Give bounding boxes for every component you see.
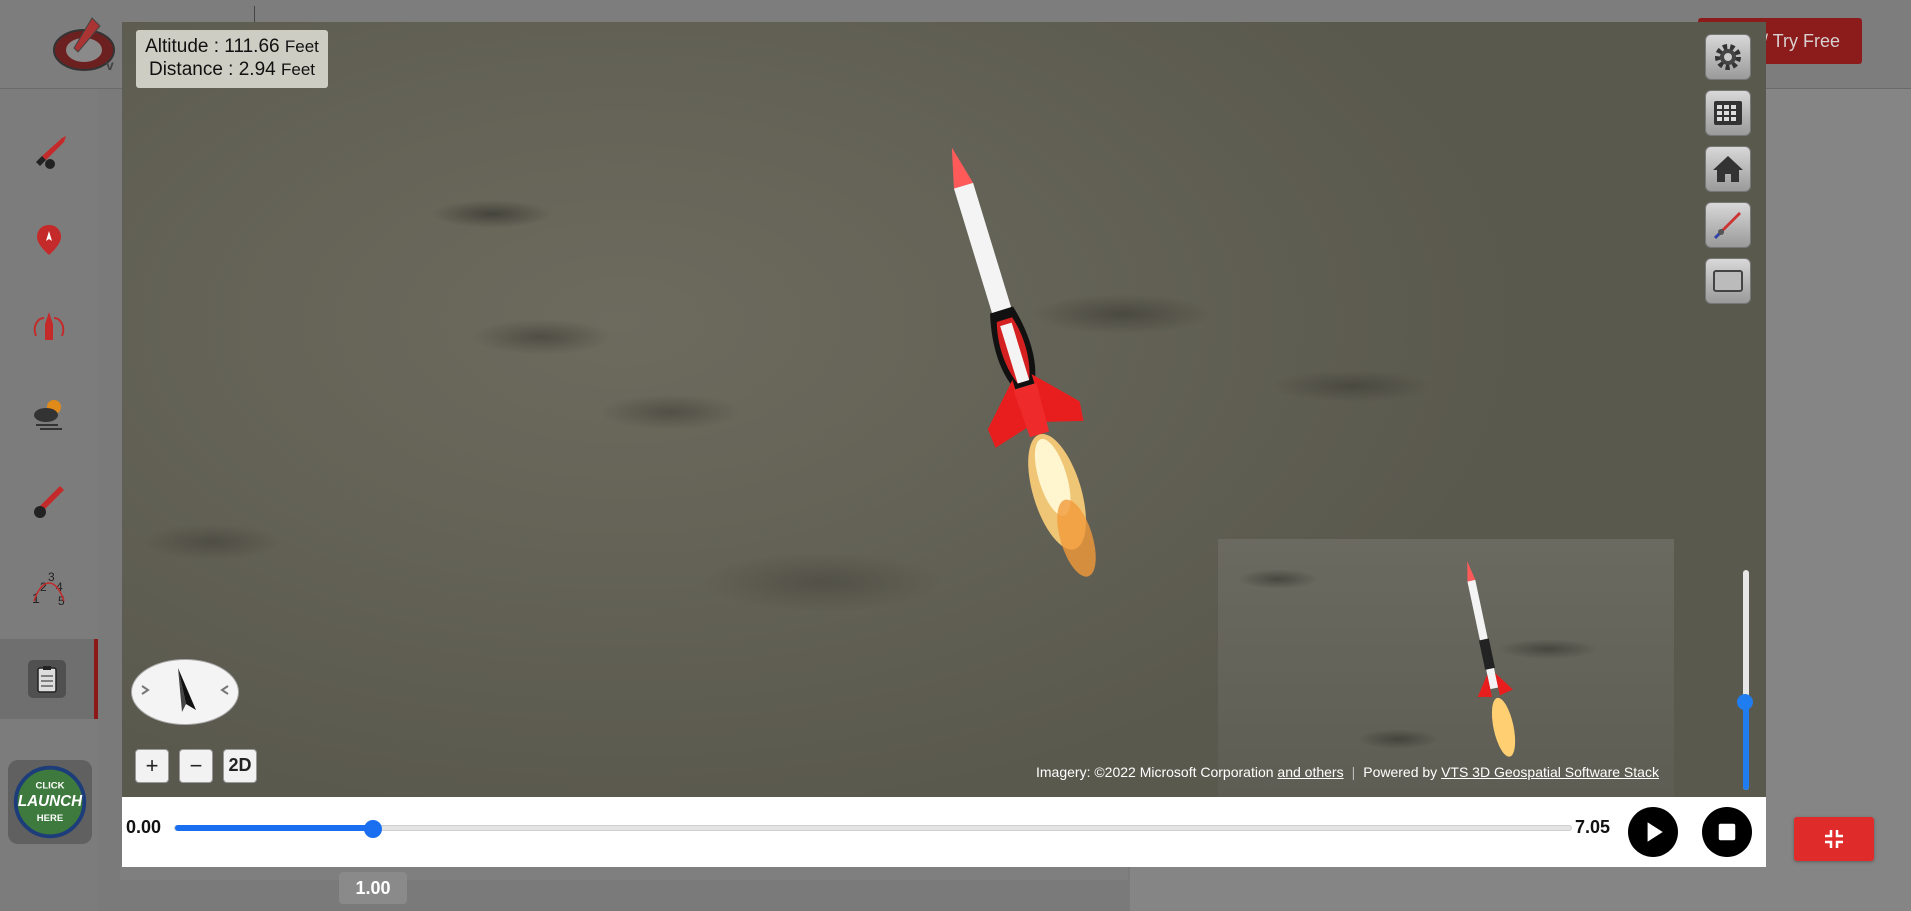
map-attribution: Imagery: ©2022 Microsoft Corporation and…	[1036, 764, 1659, 780]
distance-value: 2.94	[238, 59, 276, 80]
3d-scene[interactable]: Altitude : 111.66 Feet Distance : 2.94 F…	[122, 22, 1766, 797]
settings-button[interactable]	[1705, 34, 1751, 80]
sequence-numbers-icon: 12345	[32, 570, 65, 608]
sidebar-item-recovery[interactable]	[0, 287, 98, 367]
camera-distance-slider[interactable]	[1737, 570, 1753, 790]
camera-slider-thumb[interactable]	[1737, 694, 1753, 710]
rocket-model	[951, 147, 1096, 577]
home-view-button[interactable]	[1705, 146, 1751, 192]
svg-text:v: v	[106, 57, 114, 73]
app-logo[interactable]: v	[48, 12, 128, 74]
distance-readout: Distance : 2.94 Feet	[136, 58, 328, 81]
header-divider	[254, 6, 255, 22]
settings-gear-icon	[1715, 44, 1741, 70]
timeline-thumb[interactable]	[364, 820, 382, 838]
rocket-recovery-icon	[33, 312, 65, 340]
weather-icon	[34, 400, 62, 430]
timeline-end-time: 7.05	[1575, 817, 1611, 837]
rocket-view-icon	[1713, 212, 1741, 240]
timeline-start-time: 0.00	[126, 817, 162, 837]
exit-fullscreen-button[interactable]	[1794, 817, 1874, 861]
rocket-tool-icon	[34, 486, 64, 518]
view-2d-button[interactable]: 2D	[223, 749, 257, 783]
click-launch-button[interactable]: CLICK LAUNCH HERE	[8, 760, 92, 844]
calculator-button[interactable]	[1705, 90, 1751, 136]
collapse-icon	[1825, 830, 1843, 848]
flight-readout: Altitude : 111.66 Feet Distance : 2.94 F…	[136, 30, 328, 88]
launch-site-pin-icon	[37, 225, 61, 255]
attribution-separator: |	[1351, 764, 1356, 780]
sidebar-item-weather[interactable]	[0, 374, 98, 454]
launch-badge-icon: CLICK LAUNCH HERE	[13, 765, 87, 839]
zoom-out-button[interactable]: −	[179, 749, 213, 783]
timeline-current-time: 1.00	[339, 872, 407, 904]
playback-timeline: 0.00 1.00 7.05	[122, 797, 1766, 904]
stop-button[interactable]	[1702, 807, 1752, 857]
imagery-others-link[interactable]: and others	[1277, 764, 1343, 780]
altitude-readout: Altitude : 111.66 Feet	[136, 35, 328, 58]
sidebar: 12345 CLICK LAUNCH HERE	[0, 89, 98, 911]
rocket-select-icon	[36, 136, 66, 169]
altitude-unit: Feet	[284, 37, 319, 56]
stop-icon	[1718, 823, 1736, 841]
powered-by-label: Powered by	[1363, 764, 1442, 780]
compass-control[interactable]	[131, 659, 239, 725]
timeline-track[interactable]: 1.00	[174, 820, 1572, 904]
background-footer	[120, 866, 1128, 880]
sidebar-item-launch-site[interactable]	[0, 200, 98, 280]
vts-link[interactable]: VTS 3D Geospatial Software Stack	[1441, 764, 1659, 780]
imagery-credit: Imagery: ©2022 Microsoft Corporation	[1036, 764, 1278, 780]
svg-text:3: 3	[48, 570, 55, 584]
calculator-grid-icon	[1714, 101, 1742, 125]
sidebar-item-report[interactable]	[0, 639, 98, 719]
window-toggle-button[interactable]	[1705, 258, 1751, 304]
chase-rocket	[1467, 561, 1516, 757]
launch-line3: HERE	[37, 813, 63, 824]
launch-line1: CLICK	[35, 781, 64, 792]
play-icon	[1647, 822, 1663, 842]
sidebar-item-build[interactable]	[0, 461, 98, 541]
distance-unit: Feet	[281, 60, 316, 79]
flight-viewer: Altitude : 111.66 Feet Distance : 2.94 F…	[122, 22, 1766, 904]
clipboard-report-icon	[28, 660, 66, 698]
camera-slider-fill	[1743, 702, 1749, 790]
compass-needle-icon	[141, 668, 229, 712]
altitude-label: Altitude :	[145, 36, 225, 57]
sidebar-item-sequence[interactable]: 12345	[0, 548, 98, 628]
distance-label: Distance :	[148, 59, 239, 80]
home-icon	[1713, 156, 1743, 182]
svg-text:1: 1	[32, 590, 40, 606]
rocket-view-button[interactable]	[1705, 202, 1751, 248]
chase-camera-view	[1218, 539, 1674, 797]
launch-line2: LAUNCH	[18, 793, 83, 810]
play-button[interactable]	[1628, 807, 1678, 857]
window-toggle-icon	[1713, 270, 1743, 292]
timeline-progress-fill	[175, 825, 373, 831]
altitude-value: 111.66	[224, 36, 280, 57]
sidebar-item-rocket[interactable]	[0, 113, 98, 193]
zoom-in-button[interactable]: +	[135, 749, 169, 783]
